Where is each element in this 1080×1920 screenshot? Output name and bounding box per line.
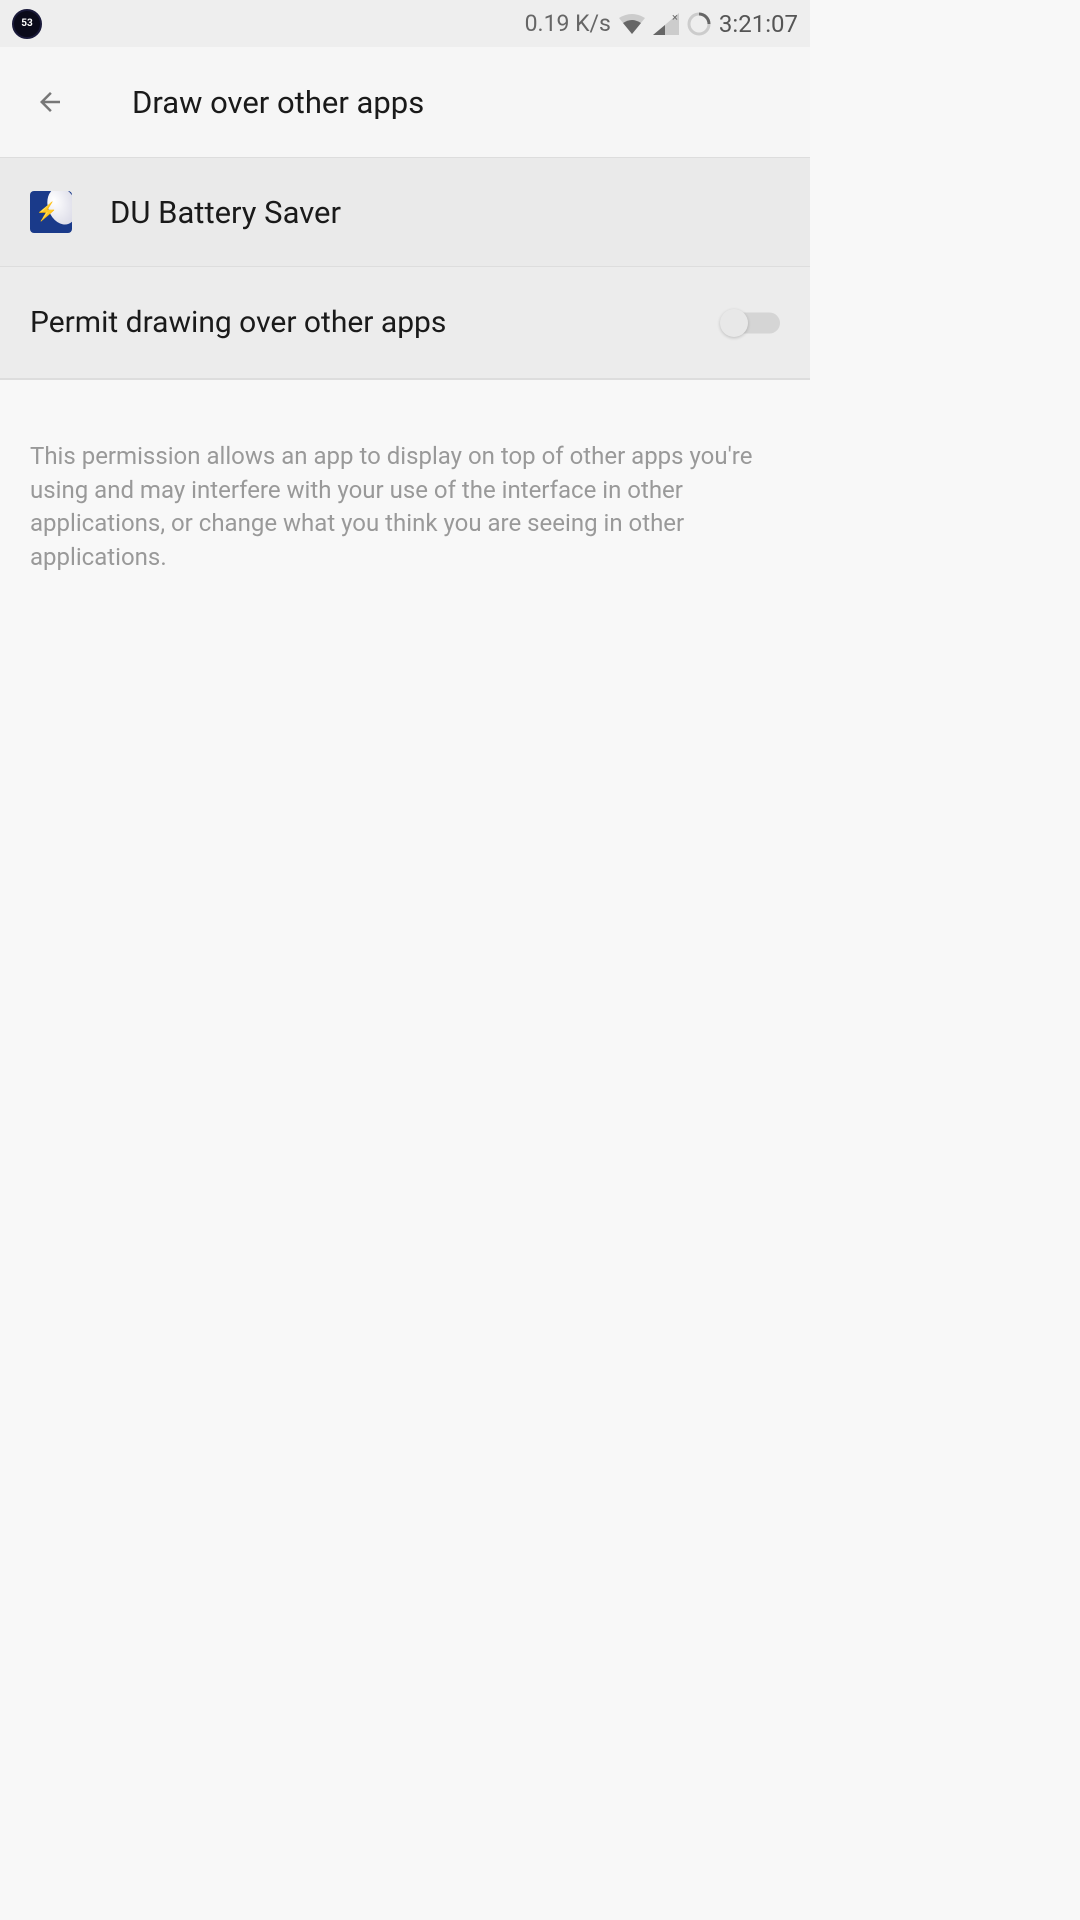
- app-header-row: ⚡ DU Battery Saver: [0, 158, 810, 267]
- notification-badge[interactable]: 53: [12, 9, 42, 39]
- signal-icon: ×: [653, 13, 679, 35]
- app-name: DU Battery Saver: [110, 194, 341, 231]
- permission-toggle[interactable]: [720, 307, 780, 339]
- svg-text:×: ×: [672, 13, 678, 24]
- clock: 3:21:07: [719, 10, 798, 38]
- permission-description: This permission allows an app to display…: [0, 380, 810, 634]
- wifi-icon: [619, 14, 645, 34]
- permission-row[interactable]: Permit drawing over other apps: [0, 267, 810, 380]
- status-right: 0.19 K/s × 3:21:07: [525, 10, 798, 38]
- network-speed: 0.19 K/s: [525, 10, 611, 37]
- loading-circle-icon: [687, 12, 711, 36]
- status-left: 53: [12, 9, 42, 39]
- permission-label: Permit drawing over other apps: [30, 305, 446, 340]
- app-bar: Draw over other apps: [0, 47, 810, 158]
- app-icon: ⚡: [30, 191, 72, 233]
- status-bar[interactable]: 53 0.19 K/s × 3:21:07: [0, 0, 810, 47]
- back-button[interactable]: [30, 82, 70, 122]
- toggle-thumb: [720, 309, 748, 337]
- page-title: Draw over other apps: [132, 84, 424, 121]
- notification-count: 53: [21, 18, 32, 29]
- arrow-left-icon: [35, 87, 65, 117]
